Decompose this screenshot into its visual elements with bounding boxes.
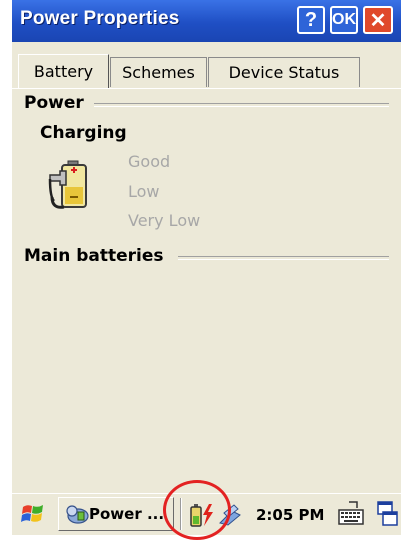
power-heading: Power (24, 93, 84, 113)
level-very-low: Very Low (128, 211, 201, 230)
tab-device-status[interactable]: Device Status (208, 57, 360, 87)
close-button[interactable]: ✕ (363, 6, 393, 34)
power-properties-icon (66, 505, 89, 524)
tab-schemes[interactable]: Schemes (110, 57, 207, 87)
device-screen: Power Properties ? OK ✕ Battery Schemes … (0, 0, 401, 540)
level-low: Low (128, 182, 160, 201)
ok-button[interactable]: OK (330, 6, 358, 34)
window-switch-icon[interactable] (377, 500, 399, 528)
battery-charging-icon (48, 160, 87, 209)
main-batteries-heading: Main batteries (24, 246, 164, 266)
highlight-circle (163, 480, 231, 540)
help-button[interactable]: ? (297, 6, 325, 34)
level-good: Good (128, 152, 171, 171)
taskbar-power-button[interactable]: Power ... (58, 497, 174, 531)
windows-flag-icon[interactable] (21, 501, 47, 527)
tab-battery[interactable]: Battery (18, 54, 109, 88)
power-divider (94, 103, 389, 107)
window-title: Power Properties (20, 8, 180, 29)
main-batteries-divider (178, 256, 389, 260)
keyboard-icon[interactable] (337, 500, 365, 528)
tab-divider (12, 88, 401, 89)
taskbar-clock[interactable]: 2:05 PM (256, 506, 324, 524)
taskbar-power-label: Power ... (89, 505, 165, 523)
charging-label: Charging (40, 123, 127, 143)
